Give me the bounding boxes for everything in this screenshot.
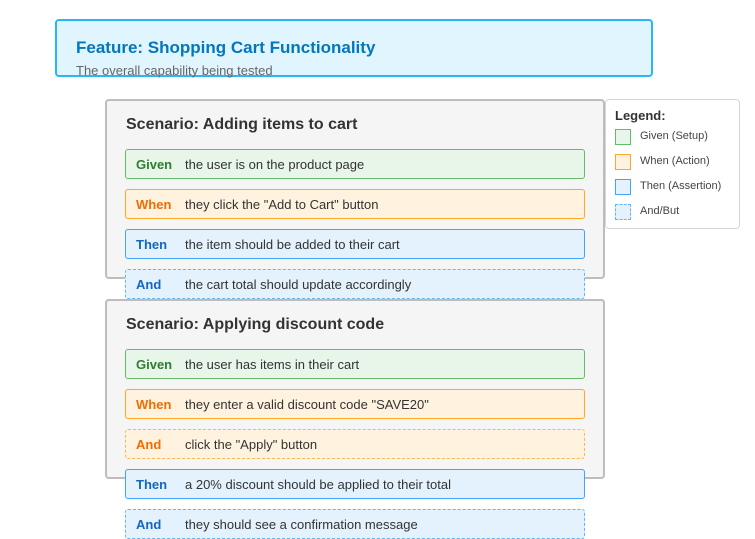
step-and: And the cart total should update accordi…: [125, 269, 585, 299]
step-text: click the "Apply" button: [185, 437, 318, 452]
step-then: Then a 20% discount should be applied to…: [125, 469, 585, 499]
feature-subtitle: The overall capability being tested: [76, 63, 273, 78]
step-keyword: When: [136, 197, 172, 212]
then-swatch-icon: [615, 179, 631, 195]
legend-label: Given (Setup): [640, 130, 708, 142]
when-swatch-icon: [615, 154, 631, 170]
step-given: Given the user is on the product page: [125, 149, 585, 179]
legend-item-then: Then (Assertion): [615, 179, 739, 195]
scenario-title: Scenario: Applying discount code: [126, 316, 385, 333]
legend-item-and: And/But: [615, 204, 739, 220]
step-text: they should see a confirmation message: [185, 517, 418, 532]
step-text: the cart total should update accordingly: [185, 277, 412, 292]
legend-title: Legend:: [615, 108, 666, 123]
step-keyword: And: [136, 517, 162, 532]
step-when: When they click the "Add to Cart" button: [125, 189, 585, 219]
step-given: Given the user has items in their cart: [125, 349, 585, 379]
step-keyword: Then: [136, 477, 168, 492]
legend-label: And/But: [640, 205, 680, 217]
step-keyword: And: [136, 437, 162, 452]
feature-box: Feature: Shopping Cart Functionality The…: [55, 19, 653, 78]
legend-label: Then (Assertion): [640, 180, 722, 192]
step-keyword: When: [136, 397, 172, 412]
step-and: And click the "Apply" button: [125, 429, 585, 459]
step-keyword: And: [136, 277, 162, 292]
given-swatch-icon: [615, 129, 631, 145]
step-text: they click the "Add to Cart" button: [185, 197, 379, 212]
feature-title: Feature: Shopping Cart Functionality: [76, 38, 376, 57]
step-text: the item should be added to their cart: [185, 237, 400, 252]
step-keyword: Given: [136, 357, 173, 372]
legend-label: When (Action): [640, 155, 710, 167]
step-text: the user has items in their cart: [185, 357, 360, 372]
step-text: the user is on the product page: [185, 157, 365, 172]
legend: Legend: Given (Setup) When (Action) Then…: [605, 99, 740, 229]
and-swatch-icon: [615, 204, 631, 220]
step-then: Then the item should be added to their c…: [125, 229, 585, 259]
step-when: When they enter a valid discount code "S…: [125, 389, 585, 419]
legend-item-given: Given (Setup): [615, 129, 739, 145]
step-keyword: Then: [136, 237, 168, 252]
legend-item-when: When (Action): [615, 154, 739, 170]
step-keyword: Given: [136, 157, 173, 172]
step-and: And they should see a confirmation messa…: [125, 509, 585, 539]
scenario-title: Scenario: Adding items to cart: [126, 116, 358, 133]
step-text: they enter a valid discount code "SAVE20…: [185, 397, 429, 412]
step-text: a 20% discount should be applied to thei…: [185, 477, 451, 492]
